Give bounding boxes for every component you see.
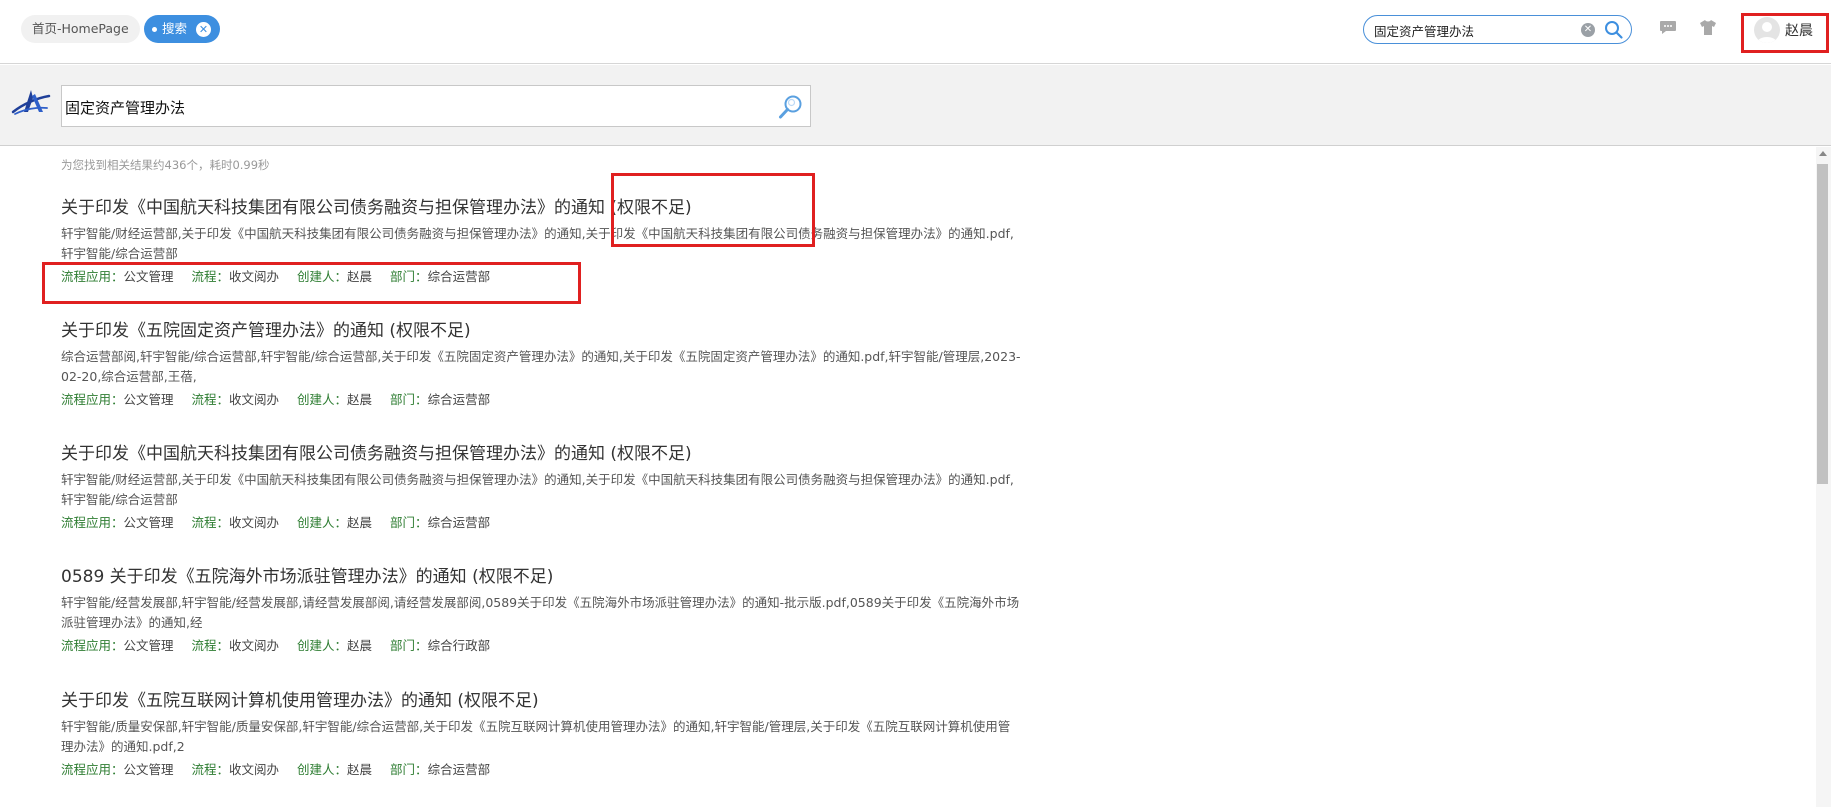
meta-key-flow: 流程： xyxy=(191,269,230,284)
result-title[interactable]: 关于印发《五院互联网计算机使用管理办法》的通知 (权限不足) xyxy=(61,690,1021,712)
meta-key-app: 流程应用： xyxy=(61,762,124,777)
meta-value-flow: 收文阅办 xyxy=(229,638,280,653)
meta-key-dept: 部门： xyxy=(390,515,428,530)
avatar[interactable] xyxy=(1754,17,1780,43)
meta-key-dept: 部门： xyxy=(390,269,428,284)
search-icon[interactable] xyxy=(778,94,804,124)
meta-value-app: 公文管理 xyxy=(123,269,174,284)
meta-value-creator: 赵晨 xyxy=(347,762,373,777)
tab-home-label: 首页-HomePage xyxy=(32,21,129,36)
active-dot-icon xyxy=(152,26,157,32)
meta-value-creator: 赵晨 xyxy=(347,638,373,653)
meta-key-creator: 创建人： xyxy=(297,515,348,530)
result-meta: 流程应用：公文管理 流程：收文阅办 创建人：赵晨 部门：综合行政部 xyxy=(61,637,1021,655)
meta-value-flow: 收文阅办 xyxy=(229,762,280,777)
meta-key-dept: 部门： xyxy=(390,762,428,777)
result-title[interactable]: 关于印发《中国航天科技集团有限公司债务融资与担保管理办法》的通知 (权限不足) xyxy=(61,197,1021,219)
result-title[interactable]: 0589 关于印发《五院海外市场派驻管理办法》的通知 (权限不足) xyxy=(61,566,1021,588)
meta-key-creator: 创建人： xyxy=(297,269,348,284)
clear-icon[interactable]: ✕ xyxy=(1581,23,1595,37)
result-title[interactable]: 关于印发《五院固定资产管理办法》的通知 (权限不足) xyxy=(61,320,1021,342)
meta-key-app: 流程应用： xyxy=(61,269,124,284)
result-item: 0589 关于印发《五院海外市场派驻管理办法》的通知 (权限不足) 轩宇智能/经… xyxy=(61,566,1021,655)
result-meta: 流程应用：公文管理 流程：收文阅办 创建人：赵晨 部门：综合运营部 xyxy=(61,391,1021,409)
meta-value-creator: 赵晨 xyxy=(347,515,373,530)
top-search-box: ✕ xyxy=(1363,15,1632,44)
meta-key-flow: 流程： xyxy=(191,638,230,653)
scroll-up-arrow-icon[interactable] xyxy=(1819,151,1827,156)
meta-key-flow: 流程： xyxy=(191,515,230,530)
user-name[interactable]: 赵晨 xyxy=(1785,20,1813,40)
result-meta: 流程应用：公文管理 流程：收文阅办 创建人：赵晨 部门：综合运营部 xyxy=(61,268,1021,286)
tab-close-icon[interactable]: ✕ xyxy=(196,21,212,37)
top-search-input[interactable] xyxy=(1374,21,1574,39)
meta-value-app: 公文管理 xyxy=(123,515,174,530)
result-count: 为您找到相关结果约436个，耗时0.99秒 xyxy=(61,158,270,172)
search-icon[interactable] xyxy=(1604,20,1624,44)
result-item: 关于印发《中国航天科技集团有限公司债务融资与担保管理办法》的通知 (权限不足) … xyxy=(61,443,1021,532)
meta-value-app: 公文管理 xyxy=(123,638,174,653)
meta-key-flow: 流程： xyxy=(191,392,230,407)
result-meta: 流程应用：公文管理 流程：收文阅办 创建人：赵晨 部门：综合运营部 xyxy=(61,761,1021,779)
meta-key-dept: 部门： xyxy=(390,638,428,653)
tab-home[interactable]: 首页-HomePage xyxy=(21,15,140,43)
meta-key-creator: 创建人： xyxy=(297,638,348,653)
meta-value-dept: 综合运营部 xyxy=(427,392,491,407)
meta-value-dept: 综合运营部 xyxy=(427,269,491,284)
meta-value-app: 公文管理 xyxy=(123,392,174,407)
result-meta: 流程应用：公文管理 流程：收文阅办 创建人：赵晨 部门：综合运营部 xyxy=(61,514,1021,532)
meta-key-app: 流程应用： xyxy=(61,392,124,407)
meta-key-dept: 部门： xyxy=(390,392,428,407)
result-description: 综合运营部阅,轩宇智能/综合运营部,轩宇智能/综合运营部,关于印发《五院固定资产… xyxy=(61,349,1021,384)
meta-value-app: 公文管理 xyxy=(123,762,174,777)
result-description: 轩宇智能/经营发展部,轩宇智能/经营发展部,请经营发展部阅,请经营发展部阅,05… xyxy=(61,595,1020,630)
main-search-input[interactable] xyxy=(65,96,745,118)
theme-shirt-icon[interactable] xyxy=(1699,19,1717,40)
meta-value-dept: 综合行政部 xyxy=(427,638,491,653)
meta-value-creator: 赵晨 xyxy=(347,269,373,284)
meta-key-app: 流程应用： xyxy=(61,638,124,653)
meta-key-creator: 创建人： xyxy=(297,392,348,407)
meta-value-dept: 综合运营部 xyxy=(427,762,491,777)
result-item: 关于印发《中国航天科技集团有限公司债务融资与担保管理办法》的通知 (权限不足) … xyxy=(61,197,1021,286)
meta-key-flow: 流程： xyxy=(191,762,230,777)
result-title[interactable]: 关于印发《中国航天科技集团有限公司债务融资与担保管理办法》的通知 (权限不足) xyxy=(61,443,1021,465)
meta-key-creator: 创建人： xyxy=(297,762,348,777)
chat-icon[interactable] xyxy=(1659,20,1677,40)
meta-value-flow: 收文阅办 xyxy=(229,392,280,407)
meta-value-flow: 收文阅办 xyxy=(229,515,280,530)
result-item: 关于印发《五院固定资产管理办法》的通知 (权限不足) 综合运营部阅,轩宇智能/综… xyxy=(61,320,1021,409)
result-item: 关于印发《五院互联网计算机使用管理办法》的通知 (权限不足) 轩宇智能/质量安保… xyxy=(61,690,1021,779)
scrollbar-thumb[interactable] xyxy=(1817,164,1828,484)
meta-key-app: 流程应用： xyxy=(61,515,124,530)
main-search-box xyxy=(61,85,811,127)
meta-value-dept: 综合运营部 xyxy=(427,515,491,530)
tab-search[interactable]: 搜索 ✕ xyxy=(144,15,221,43)
result-description: 轩宇智能/财经运营部,关于印发《中国航天科技集团有限公司债务融资与担保管理办法》… xyxy=(61,226,1014,261)
result-description: 轩宇智能/财经运营部,关于印发《中国航天科技集团有限公司债务融资与担保管理办法》… xyxy=(61,472,1014,507)
meta-value-creator: 赵晨 xyxy=(347,392,373,407)
tab-search-label: 搜索 xyxy=(162,21,188,36)
logo xyxy=(11,86,51,124)
meta-value-flow: 收文阅办 xyxy=(229,269,280,284)
result-description: 轩宇智能/质量安保部,轩宇智能/质量安保部,轩宇智能/综合运营部,关于印发《五院… xyxy=(61,719,1011,754)
